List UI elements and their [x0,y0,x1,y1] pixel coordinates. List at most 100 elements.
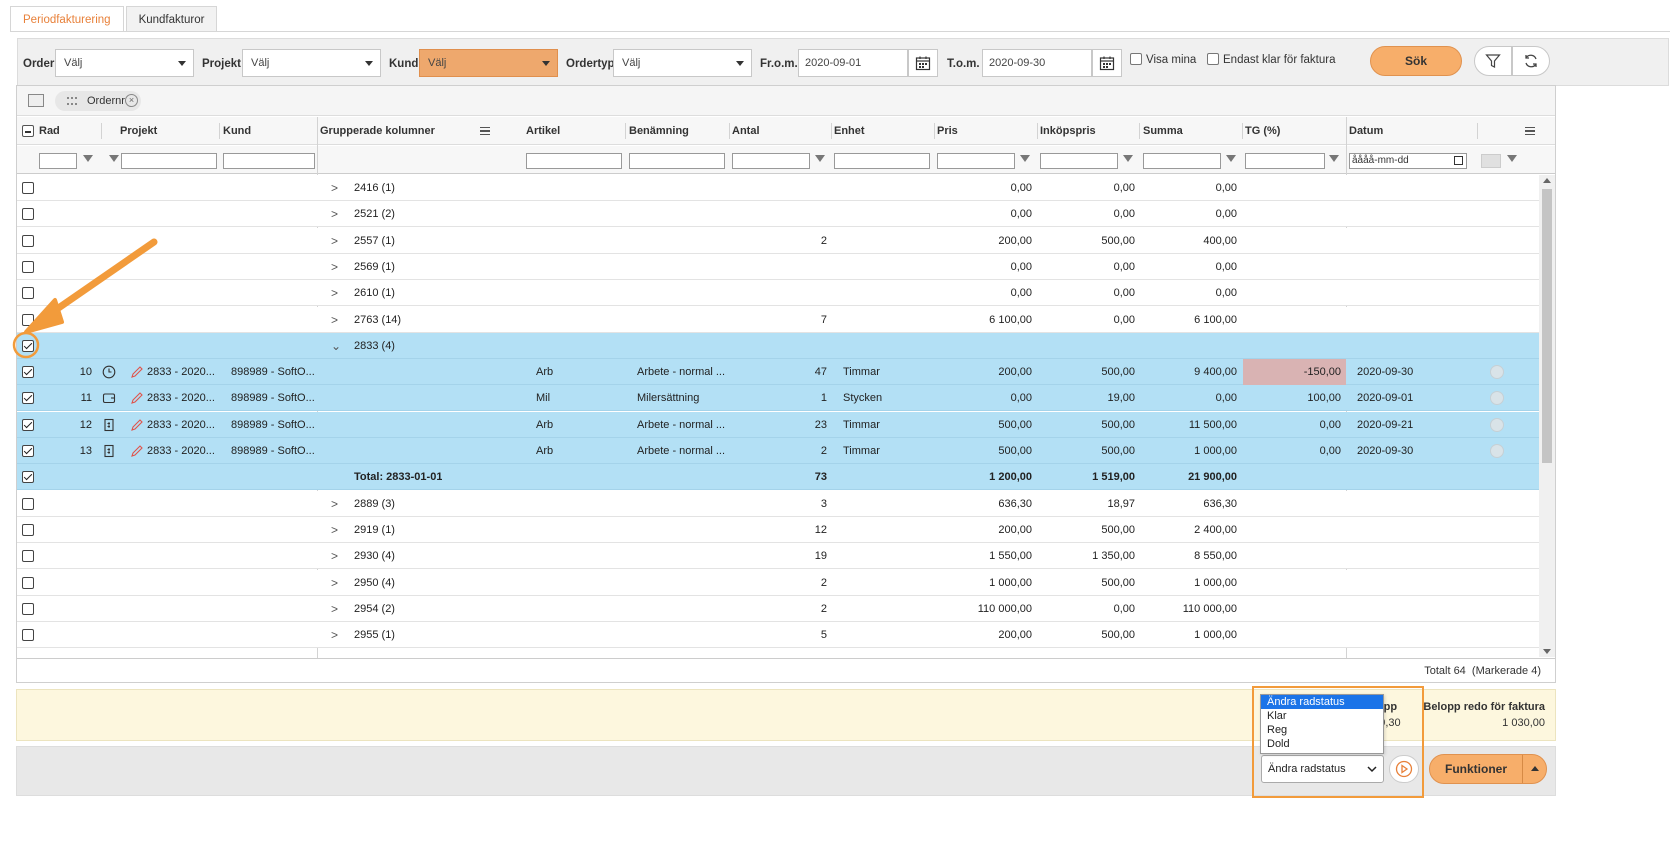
tom-date-input[interactable]: 2020-09-30 [982,49,1092,77]
row-checkbox[interactable] [22,471,34,484]
edit-icon[interactable] [130,444,144,458]
group-row[interactable]: >2930 (4) 19 1 550,00 1 350,00 8 550,00 [17,543,1539,570]
col-grupperade[interactable]: Grupperade kolumner [320,117,435,145]
summa-filter-input[interactable] [1143,153,1221,169]
col-enhet[interactable]: Enhet [834,117,865,145]
calendar-icon[interactable] [1454,156,1463,165]
vertical-scrollbar[interactable] [1539,175,1555,657]
datum-filter-input[interactable]: åååå-mm-dd [1349,153,1467,169]
chevron-right-icon[interactable]: > [331,596,338,622]
col-pris[interactable]: Pris [937,117,958,145]
group-row[interactable]: >2557 (1) 2 200,00 500,00 400,00 [17,227,1539,254]
menu-icon[interactable] [480,127,490,135]
chevron-right-icon[interactable]: > [331,254,338,280]
scrollbar-thumb[interactable] [1542,189,1552,463]
group-row[interactable]: >2763 (14) 7 6 100,00 0,00 6 100,00 [17,306,1539,333]
group-row[interactable]: >2919 (1) 12 200,00 500,00 2 400,00 [17,516,1539,543]
col-summa[interactable]: Summa [1143,117,1183,145]
group-row[interactable]: ⌄ 2833 (4) [17,332,1539,359]
col-inkopspris[interactable]: Inköpspris [1040,117,1096,145]
group-row[interactable]: >2569 (1) 0,00 0,00 0,00 [17,253,1539,280]
refresh-button[interactable] [1512,46,1550,76]
status-dot[interactable] [1490,417,1504,432]
ordertyp-select[interactable]: Välj [613,49,752,77]
inkopspris-filter-input[interactable] [1040,153,1118,169]
kund-select[interactable]: Välj [419,49,558,77]
status-dot[interactable] [1490,391,1504,406]
chevron-right-icon[interactable]: > [331,622,338,648]
pris-filter-input[interactable] [937,153,1015,169]
projekt-select[interactable]: Välj [242,49,381,77]
chevron-right-icon[interactable]: > [331,491,338,517]
group-row[interactable]: >2521 (2) 0,00 0,00 0,00 [17,201,1539,228]
kund-filter-input[interactable] [223,153,315,169]
chevron-up-icon[interactable] [1531,766,1539,771]
filter-icon[interactable] [1020,155,1030,162]
projekt-cell[interactable]: 2833 - 2020... [147,412,227,438]
chevron-down-icon[interactable]: ⌄ [331,333,341,359]
row-checkbox[interactable] [22,418,34,431]
col-datum[interactable]: Datum [1349,117,1383,145]
table-row[interactable]: 12 2833 - 2020... 898989 - SoftO... Arb Arbe… [17,411,1539,438]
col-antal[interactable]: Antal [732,117,760,145]
scroll-up-icon[interactable] [1543,178,1551,183]
chevron-right-icon[interactable]: > [331,307,338,333]
group-row[interactable]: >2955 (1) 5 200,00 500,00 1 000,00 [17,622,1539,649]
col-kund[interactable]: Kund [223,117,251,145]
col-tg[interactable]: TG (%) [1245,117,1280,145]
menu-icon[interactable] [1525,127,1535,135]
group-row[interactable]: >2416 (1) 0,00 0,00 0,00 [17,175,1539,201]
row-checkbox[interactable] [22,497,34,510]
datum-operator-select[interactable] [1481,154,1501,168]
filter-icon[interactable] [815,155,825,162]
group-row[interactable]: >2954 (2) 2 110 000,00 0,00 110 000,00 [17,595,1539,622]
group-row[interactable]: >2950 (4) 2 1 000,00 500,00 1 000,00 [17,569,1539,596]
edit-icon[interactable] [130,418,144,432]
visa-mina-checkbox[interactable] [1130,53,1142,65]
tom-calendar-button[interactable] [1092,49,1122,77]
group-row[interactable]: >2610 (1) 0,00 0,00 0,00 [17,280,1539,307]
benamning-filter-input[interactable] [629,153,725,169]
col-artikel[interactable]: Artikel [526,117,560,145]
filter-toggle-button[interactable] [1474,46,1512,76]
tg-filter-input[interactable] [1245,153,1325,169]
row-checkbox[interactable] [22,445,34,457]
col-benamning[interactable]: Benämning [629,117,689,145]
enhet-filter-input[interactable] [834,153,930,169]
total-row[interactable]: Total: 2833-01-01 73 1 200,00 1 519,00 21 90… [17,464,1539,491]
filter-icon[interactable] [1226,155,1236,162]
row-checkbox[interactable] [22,602,34,615]
chevron-right-icon[interactable]: > [331,517,338,543]
table-row[interactable]: 13 2833 - 2020... 898989 - SoftO... Arb Arbe… [17,438,1539,464]
group-row[interactable]: >2889 (3) 3 636,30 18,97 636,30 [17,490,1539,517]
chevron-right-icon[interactable]: > [331,280,338,306]
row-checkbox[interactable] [22,576,34,589]
antal-filter-input[interactable] [732,153,810,169]
scroll-down-icon[interactable] [1543,649,1551,654]
chevron-right-icon[interactable]: > [331,570,338,596]
projekt-cell[interactable]: 2833 - 2020... [147,385,227,411]
search-button[interactable]: Sök [1370,46,1462,76]
funktioner-button[interactable]: Funktioner [1429,754,1547,784]
row-checkbox[interactable] [22,629,34,642]
status-dot[interactable] [1490,365,1504,380]
filter-icon[interactable] [1329,155,1339,162]
chevron-right-icon[interactable]: > [331,543,338,569]
row-checkbox[interactable] [22,550,34,563]
table-row[interactable]: 11 2833 - 2020... 898989 - SoftO... Mil Mile… [17,385,1539,412]
artikel-filter-input[interactable] [526,153,622,169]
edit-icon[interactable] [130,391,144,405]
chevron-right-icon[interactable]: > [331,201,338,227]
status-dot[interactable] [1490,444,1504,458]
from-calendar-button[interactable] [908,49,938,77]
filter-icon[interactable] [1123,155,1133,162]
row-checkbox[interactable] [22,523,34,536]
row-checkbox[interactable] [22,392,34,405]
chevron-right-icon[interactable]: > [331,228,338,254]
from-date-input[interactable]: 2020-09-01 [798,49,908,77]
projekt-cell[interactable]: 2833 - 2020... [147,438,227,464]
chevron-right-icon[interactable]: > [331,175,338,201]
endast-klar-checkbox[interactable] [1207,53,1219,65]
filter-icon[interactable] [1507,155,1517,162]
table-row[interactable]: 10 2833 - 2020... 898989 - SoftO... Arb Arbe… [17,359,1539,386]
